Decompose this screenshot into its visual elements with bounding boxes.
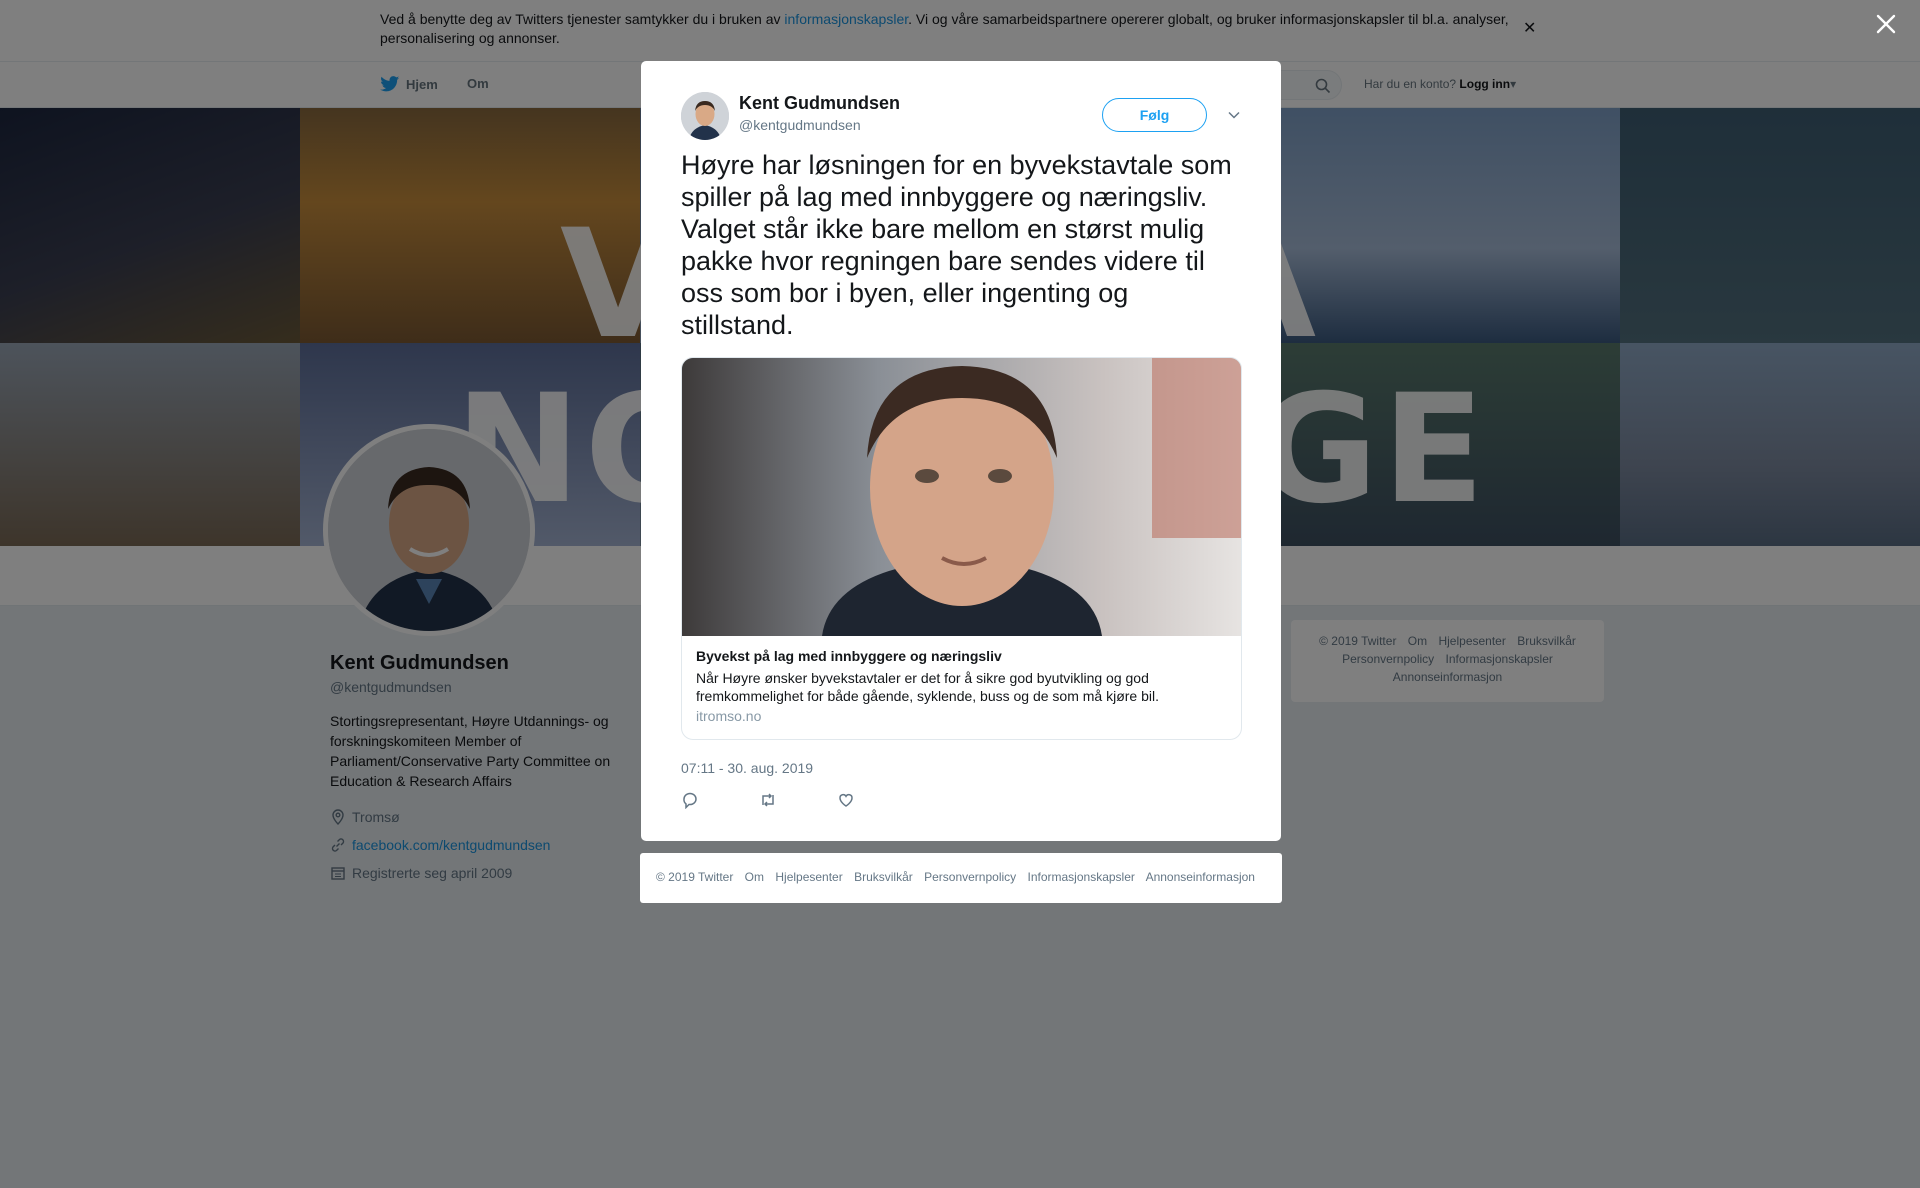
tweet-timestamp[interactable]: 07:11 - 30. aug. 2019 bbox=[681, 760, 813, 776]
tweet-author-avatar[interactable] bbox=[681, 92, 729, 140]
footer-link-ads[interactable]: Annonseinformasjon bbox=[1146, 870, 1255, 884]
link-card[interactable]: Byvekst på lag med innbyggere og nærings… bbox=[681, 357, 1242, 740]
reply-icon[interactable] bbox=[681, 791, 699, 809]
tweet-text: Høyre har løsningen for en byvekstavtale… bbox=[681, 150, 1232, 340]
retweet-icon[interactable] bbox=[759, 791, 777, 809]
heart-icon[interactable] bbox=[837, 791, 855, 809]
footer-link-terms[interactable]: Bruksvilkår bbox=[854, 870, 913, 884]
footer-link-about[interactable]: Om bbox=[745, 870, 764, 884]
card-title[interactable]: Byvekst på lag med innbyggere og nærings… bbox=[696, 648, 1002, 664]
tweet-author-handle[interactable]: @kentgudmundsen bbox=[739, 117, 861, 133]
chevron-down-icon[interactable] bbox=[1226, 107, 1242, 123]
person-photo-icon bbox=[682, 358, 1241, 636]
tweet-modal: Kent Gudmundsen @kentgudmundsen Følg Høy… bbox=[641, 61, 1281, 841]
footer-link-help[interactable]: Hjelpesenter bbox=[775, 870, 842, 884]
card-domain: itromso.no bbox=[696, 708, 762, 724]
close-icon[interactable] bbox=[1874, 12, 1898, 36]
card-description: Når Høyre ønsker byvekstavtaler er det f… bbox=[696, 670, 1160, 704]
card-image bbox=[682, 358, 1241, 636]
person-photo-icon bbox=[681, 92, 729, 140]
footer-link-cookies[interactable]: Informasjonskapsler bbox=[1028, 870, 1135, 884]
follow-button[interactable]: Følg bbox=[1102, 98, 1207, 132]
footer-copyright: © 2019 Twitter bbox=[656, 870, 734, 884]
tweet-actions bbox=[681, 791, 855, 809]
tweet-author-name[interactable]: Kent Gudmundsen bbox=[739, 93, 900, 114]
footer-link-privacy[interactable]: Personvernpolicy bbox=[924, 870, 1016, 884]
modal-footer: © 2019 Twitter Om Hjelpesenter Bruksvilk… bbox=[640, 853, 1282, 903]
